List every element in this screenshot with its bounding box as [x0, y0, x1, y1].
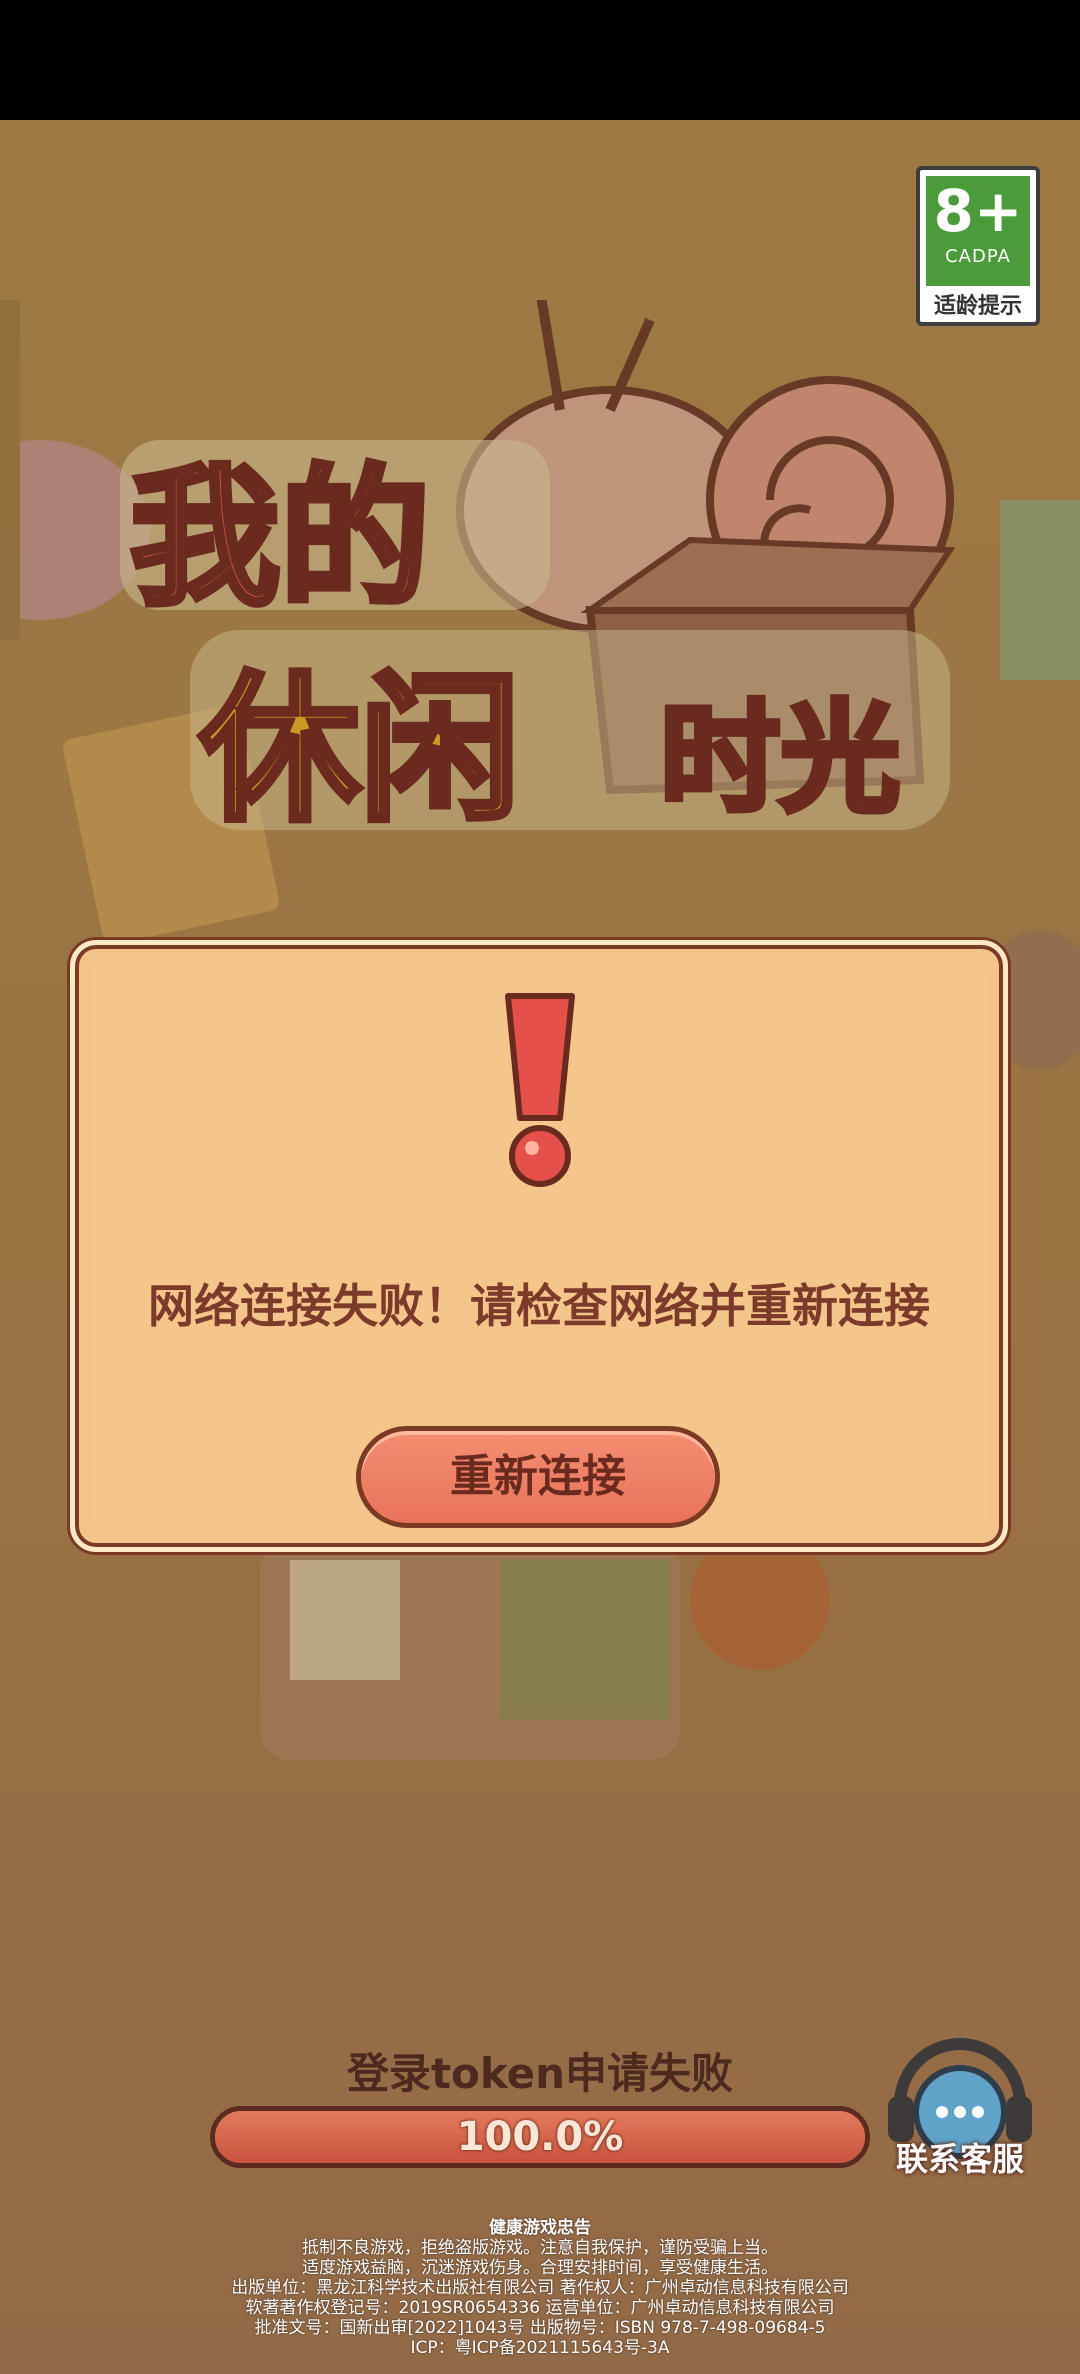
footer-line: 抵制不良游戏，拒绝盗版游戏。注意自我保护，谨防受骗上当。 [302, 2238, 778, 2258]
footer-line: 健康游戏忠告 [489, 2218, 591, 2238]
exclamation-icon [505, 993, 575, 1187]
footer-line: 出版单位：黑龙江科学技术出版社有限公司 著作权人：广州卓动信息科技有限公司 [231, 2278, 849, 2298]
error-message: 网络连接失败！请检查网络并重新连接 [148, 1279, 930, 1333]
loading-status-text: 登录token申请失败 [346, 2049, 734, 2098]
svg-text:时光: 时光 [660, 690, 900, 829]
loading-progress-bar: 100.0% [210, 2106, 870, 2168]
game-logo: 我的 休闲 时光 [120, 300, 956, 846]
loading-progress-text: 100.0% [456, 2114, 624, 2160]
age-rating-org: CADPA [945, 246, 1011, 267]
footer-line: ICP：粤ICP备2021115643号-3A [410, 2338, 670, 2358]
footer-line: 批准文号：国新出审[2022]1043号 出版物号：ISBN 978-7-498… [254, 2318, 826, 2338]
status-bar [0, 0, 1080, 120]
footer-line: 适度游戏益脑，沉迷游戏伤身。合理安排时间，享受健康生活。 [302, 2258, 778, 2278]
svg-text:我的: 我的 [130, 452, 430, 626]
customer-service-label[interactable]: 联系客服 [870, 2134, 1050, 2180]
svg-text:休闲: 休闲 [199, 656, 520, 843]
reconnect-button[interactable]: 重新连接 [356, 1426, 720, 1528]
footer-line: 软著著作权登记号：2019SR0654336 运营单位：广州卓动信息科技有限公司 [245, 2298, 835, 2318]
health-notice-footer: 健康游戏忠告 抵制不良游戏，拒绝盗版游戏。注意自我保护，谨防受骗上当。 适度游戏… [0, 2218, 1080, 2358]
age-rating-number: 8+ [933, 177, 1023, 245]
